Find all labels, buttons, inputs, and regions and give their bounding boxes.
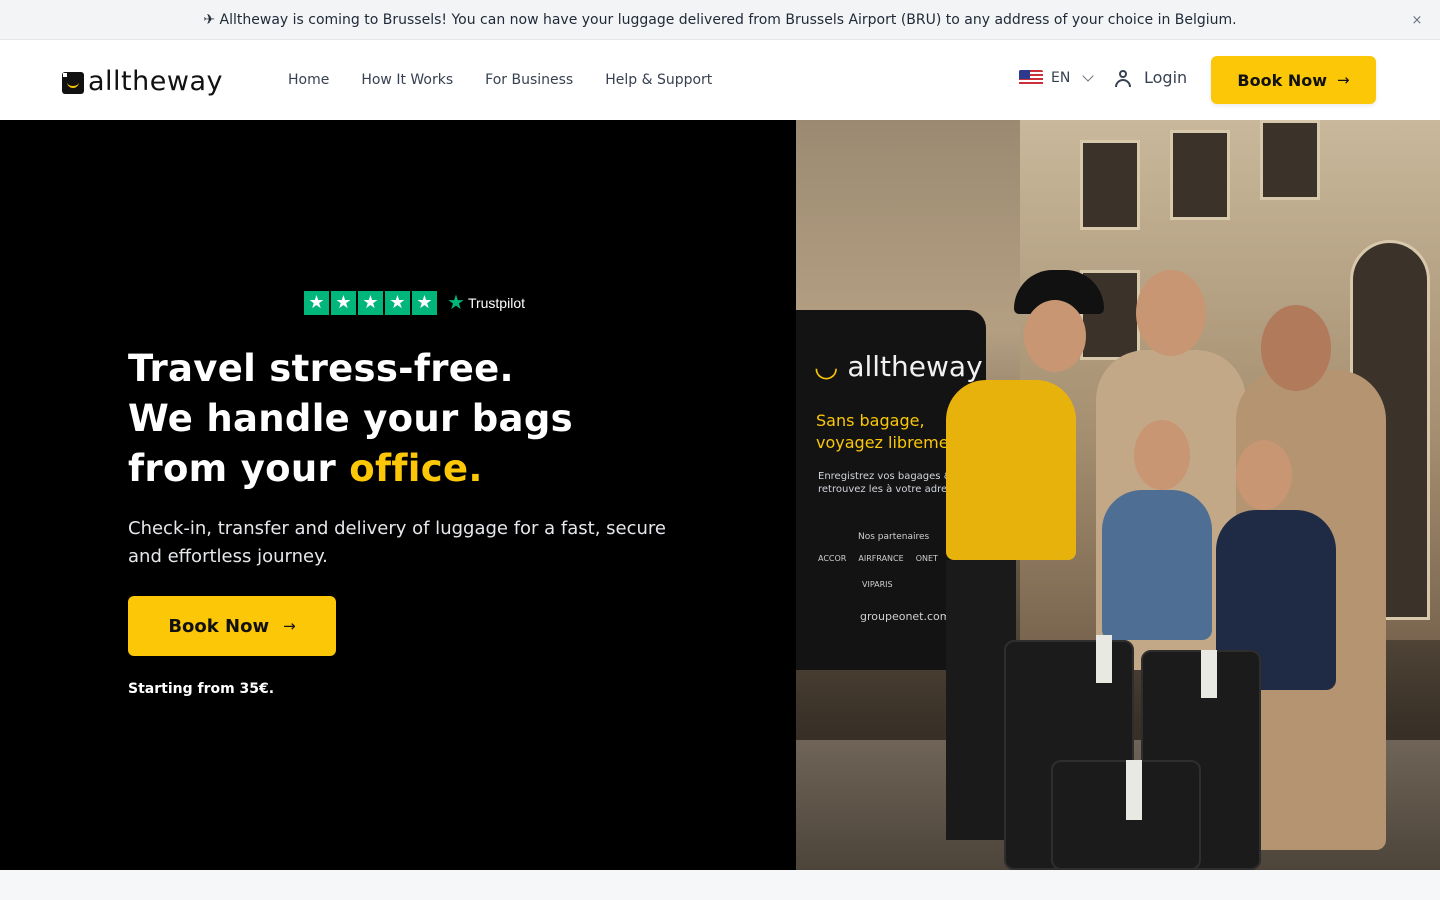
van-url: groupeonet.com (860, 610, 951, 623)
hero-subtitle: Check-in, transfer and delivery of lugga… (128, 518, 667, 567)
window (1080, 140, 1140, 230)
girl-head (1134, 420, 1190, 490)
nav-how-it-works[interactable]: How It Works (361, 72, 453, 88)
hero-headline: Travel stress-free. We handle your bags … (128, 344, 573, 494)
us-flag-icon (1019, 70, 1043, 86)
header-book-now-button[interactable]: Book Now → (1211, 56, 1376, 104)
nav-home[interactable]: Home (288, 72, 329, 88)
logo[interactable]: alltheway (62, 68, 223, 96)
window (1260, 120, 1320, 200)
mother-head (1261, 305, 1331, 391)
site-header: alltheway Home How It Works For Business… (0, 40, 1440, 120)
star-icon: ★ (304, 290, 329, 315)
rating-stars: ★ ★ ★ ★ ★ (304, 290, 437, 315)
headline-line-2: We handle your bags (128, 397, 573, 440)
headline-line-3-prefix: from your (128, 447, 337, 490)
arrow-right-icon: → (283, 617, 296, 635)
logo-text: alltheway (88, 66, 223, 97)
language-selector[interactable]: EN (1019, 70, 1094, 86)
announcement-bar: ✈ Alltheway is coming to Brussels! You c… (0, 0, 1440, 40)
login-label: Login (1144, 68, 1188, 87)
headline-highlight: office. (349, 447, 483, 490)
van-logo: ◡ alltheway (814, 350, 983, 383)
announcement-text: ✈ Alltheway is coming to Brussels! You c… (203, 11, 1237, 28)
girl-figure (1102, 490, 1212, 640)
courier-head (1024, 300, 1086, 372)
headline-line-1: Travel stress-free. (128, 347, 514, 390)
trustpilot-rating[interactable]: ★ ★ ★ ★ ★ ★ Trustpilot (304, 290, 525, 315)
book-now-label: Book Now (1237, 70, 1327, 90)
luggage-tag (1126, 760, 1142, 820)
hero-book-now-button[interactable]: Book Now → (128, 596, 336, 656)
hero-cta-label: Book Now (168, 615, 270, 637)
van-slogan: Sans bagage, voyagez librement (816, 411, 965, 452)
user-icon (1114, 69, 1132, 87)
star-icon: ★ (358, 290, 383, 315)
main-nav: Home How It Works For Business Help & Su… (288, 40, 712, 120)
chevron-down-icon (1082, 70, 1094, 82)
window (1170, 130, 1230, 220)
father-head (1136, 270, 1206, 356)
courier-vest (946, 380, 1076, 560)
trustpilot-star-icon: ★ (447, 292, 465, 314)
nav-for-business[interactable]: For Business (485, 72, 573, 88)
login-link[interactable]: Login (1114, 68, 1187, 87)
van-partners-label: Nos partenaires (858, 532, 930, 542)
hero-photo: ◡ alltheway Sans bagage, voyagez libreme… (796, 120, 1440, 870)
logo-mark-icon (62, 72, 84, 94)
luggage-tag (1096, 635, 1112, 683)
luggage-tag (1201, 650, 1217, 698)
star-icon: ★ (331, 290, 356, 315)
boy-head (1236, 440, 1292, 510)
trustpilot-label: Trustpilot (467, 294, 525, 311)
van-partner-brands: ACCOR AIRFRANCE ONET (818, 554, 938, 563)
arrow-right-icon: → (1336, 71, 1350, 89)
nav-help-support[interactable]: Help & Support (605, 72, 712, 88)
language-code: EN (1051, 70, 1071, 86)
hero-text-panel: ★ ★ ★ ★ ★ ★ Trustpilot Travel stress-fre… (0, 120, 796, 870)
next-section-edge (0, 870, 1440, 900)
van-partner-brand-2: VIPARIS (862, 580, 893, 589)
close-icon[interactable]: × (1408, 11, 1426, 29)
star-icon: ★ (385, 290, 410, 315)
star-icon: ★ (412, 290, 437, 315)
starting-price: Starting from 35€. (128, 681, 275, 697)
trustpilot-logo: ★ Trustpilot (447, 290, 525, 315)
